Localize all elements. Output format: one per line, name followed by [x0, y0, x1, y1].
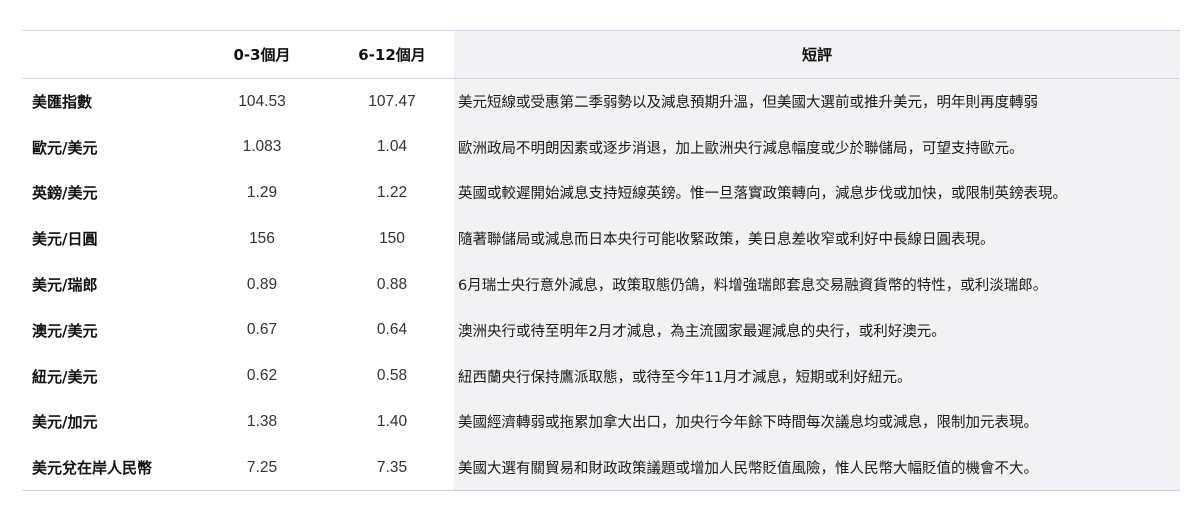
long-term-cell: 7.35 — [376, 458, 408, 476]
pair-cell: 美元/日圓 — [32, 230, 98, 249]
header-6-12-months: 6-12個月 — [358, 46, 426, 64]
long-term-cell: 107.47 — [368, 92, 416, 110]
header-comment: 短評 — [454, 30, 1180, 79]
comment-cell: 6月瑞士央行意外減息，政策取態仍鴿，料增強瑞郎套息交易融資貨幣的特性，或利淡瑞郎… — [454, 261, 1180, 308]
table-row: 美匯指數 104.53 107.47 美元短線或受惠第二季弱勢以及減息預期升溫，… — [22, 78, 1180, 125]
pair-cell: 英鎊/美元 — [32, 184, 98, 203]
table-row: 英鎊/美元 1.29 1.22 英國或較遲開始減息支持短線英鎊。惟一旦落實政策轉… — [22, 170, 1180, 216]
table-row: 美元/加元 1.38 1.40 美國經濟轉弱或拖累加拿大出口，加央行今年餘下時間… — [22, 399, 1180, 445]
comment-cell: 隨著聯儲局或減息而日本央行可能收緊政策，美日息差收窄或利好中長線日圓表現。 — [454, 215, 1180, 262]
short-term-cell: 0.62 — [246, 367, 278, 385]
forecast-table-container: 0-3個月 6-12個月 短評 美匯指數 104.53 107.47 美元短線或… — [22, 30, 1180, 491]
comment-cell: 英國或較遲開始減息支持短線英鎊。惟一旦落實政策轉向，減息步伐或加快，或限制英鎊表… — [454, 170, 1180, 216]
short-term-cell: 0.67 — [246, 321, 278, 339]
pair-cell: 美元兌在岸人民幣 — [32, 459, 153, 478]
comment-cell: 紐西蘭央行保持鷹派取態，或待至今年11月才減息，短期或利好紐元。 — [454, 353, 1180, 400]
pair-cell: 紐元/美元 — [32, 367, 98, 386]
short-term-cell: 7.25 — [246, 458, 278, 476]
table-row: 澳元/美元 0.67 0.64 澳洲央行或待至明年2月才減息，為主流國家最遲減息… — [22, 307, 1180, 354]
table-row: 美元/瑞郎 0.89 0.88 6月瑞士央行意外減息，政策取態仍鴿，料增強瑞郎套… — [22, 261, 1180, 308]
pair-cell: 澳元/美元 — [32, 321, 98, 340]
long-term-cell: 150 — [379, 229, 405, 247]
comment-cell: 美元短線或受惠第二季弱勢以及減息預期升溫，但美國大選前或推升美元，明年則再度轉弱 — [454, 78, 1180, 125]
short-term-cell: 1.38 — [246, 412, 278, 430]
short-term-cell: 104.53 — [238, 92, 286, 110]
table-row: 美元兌在岸人民幣 7.25 7.35 美國大選有關貿易和財政政策議題或增加人民幣… — [22, 444, 1180, 491]
currency-forecast-table: 0-3個月 6-12個月 短評 美匯指數 104.53 107.47 美元短線或… — [22, 30, 1180, 491]
comment-cell: 美國大選有關貿易和財政政策議題或增加人民幣貶值風險，惟人民幣大幅貶值的機會不大。 — [454, 444, 1180, 491]
table-row: 美元/日圓 156 150 隨著聯儲局或減息而日本央行可能收緊政策，美日息差收窄… — [22, 215, 1180, 262]
short-term-cell: 156 — [249, 229, 275, 247]
pair-cell: 美元/瑞郎 — [32, 276, 98, 295]
long-term-cell: 0.88 — [376, 275, 408, 293]
short-term-cell: 1.083 — [242, 138, 282, 156]
long-term-cell: 1.40 — [376, 412, 408, 430]
short-term-cell: 0.89 — [246, 275, 278, 293]
table-header-row: 0-3個月 6-12個月 短評 — [22, 30, 1180, 79]
pair-cell: 美匯指數 — [32, 93, 93, 112]
long-term-cell: 1.22 — [376, 183, 408, 201]
pair-cell: 歐元/美元 — [32, 138, 98, 157]
comment-cell: 歐洲政局不明朗因素或逐步消退，加上歐洲央行減息幅度或少於聯儲局，可望支持歐元。 — [454, 124, 1180, 171]
table-row: 歐元/美元 1.083 1.04 歐洲政局不明朗因素或逐步消退，加上歐洲央行減息… — [22, 124, 1180, 171]
header-pair — [22, 31, 194, 79]
header-0-3-months: 0-3個月 — [233, 46, 291, 64]
comment-cell: 美國經濟轉弱或拖累加拿大出口，加央行今年餘下時間每次議息均或減息，限制加元表現。 — [454, 399, 1180, 445]
long-term-cell: 1.04 — [376, 138, 408, 156]
comment-cell: 澳洲央行或待至明年2月才減息，為主流國家最遲減息的央行，或利好澳元。 — [454, 307, 1180, 354]
short-term-cell: 1.29 — [246, 183, 278, 201]
long-term-cell: 0.64 — [376, 321, 408, 339]
table-row: 紐元/美元 0.62 0.58 紐西蘭央行保持鷹派取態，或待至今年11月才減息，… — [22, 353, 1180, 400]
pair-cell: 美元/加元 — [32, 413, 98, 432]
long-term-cell: 0.58 — [376, 367, 408, 385]
